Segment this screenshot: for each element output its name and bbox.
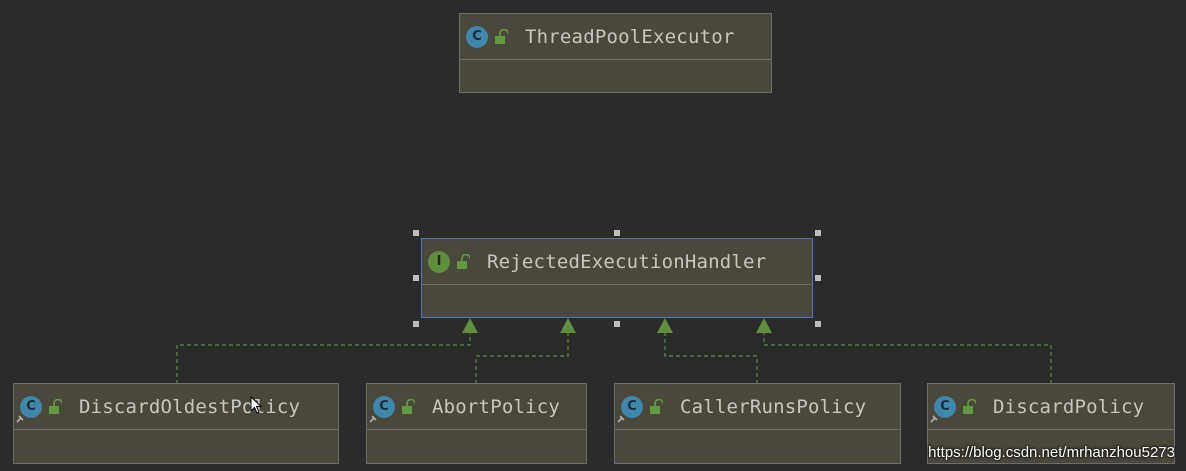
node-header: C DiscardPolicy [928,384,1174,430]
node-name: AbortPolicy [432,395,561,418]
node-caller-runs-policy[interactable]: C CallerRunsPolicy [614,383,901,464]
nested-pin-icon [930,414,938,423]
selection-handle[interactable] [815,275,821,281]
class-icon: C [16,395,42,423]
arrowhead-3 [657,318,673,333]
node-header: C CallerRunsPolicy [615,384,900,430]
node-thread-pool-executor[interactable]: C ThreadPoolExecutor [459,13,772,93]
arrowhead-1 [462,318,478,333]
class-icon: C [369,395,395,423]
node-body [367,430,586,463]
selection-handle[interactable] [614,321,620,327]
nested-pin-icon [617,414,625,423]
public-lock-icon [963,398,976,414]
public-lock-icon [402,398,415,414]
class-icon: C [617,395,643,423]
arrowhead-2 [560,318,576,333]
node-discard-oldest-policy[interactable]: C DiscardOldestPolicy [13,383,339,464]
selection-handle[interactable] [614,230,620,236]
node-header: C AbortPolicy [367,384,586,430]
nested-pin-icon [369,414,377,423]
selection-handle[interactable] [413,321,419,327]
node-name: DiscardPolicy [993,395,1145,418]
node-rejected-execution-handler[interactable]: I RejectedExecutionHandler [421,238,813,318]
selection-handle[interactable] [815,230,821,236]
node-header: I RejectedExecutionHandler [422,239,812,285]
mouse-cursor-icon [250,396,262,414]
node-abort-policy[interactable]: C AbortPolicy [366,383,587,464]
node-name: RejectedExecutionHandler [487,250,767,273]
node-name: CallerRunsPolicy [680,395,867,418]
node-name: ThreadPoolExecutor [525,25,735,48]
node-body [615,430,900,463]
public-lock-icon [49,398,62,414]
node-header: C DiscardOldestPolicy [14,384,338,430]
node-name: DiscardOldestPolicy [79,395,301,418]
edge-caller-runs-policy [664,331,758,384]
interface-icon: I [428,250,450,273]
node-body [422,285,812,318]
selection-handle[interactable] [815,321,821,327]
arrowhead-4 [756,318,772,333]
node-body [460,60,771,93]
node-header: C ThreadPoolExecutor [460,14,771,60]
watermark-url: https://blog.csdn.net/mrhanzhou5273 [928,444,1175,461]
selection-handle[interactable] [413,230,419,236]
selection-handle[interactable] [413,275,419,281]
public-lock-icon [650,398,663,414]
edge-discard-policy [763,331,1052,384]
nested-pin-icon [16,414,24,423]
public-lock-icon [457,253,470,269]
edge-discard-oldest-policy [176,331,471,384]
public-lock-icon [495,28,508,44]
edge-abort-policy [475,331,569,384]
class-icon: C [930,395,956,423]
node-body [14,430,338,463]
class-icon: C [466,25,488,48]
